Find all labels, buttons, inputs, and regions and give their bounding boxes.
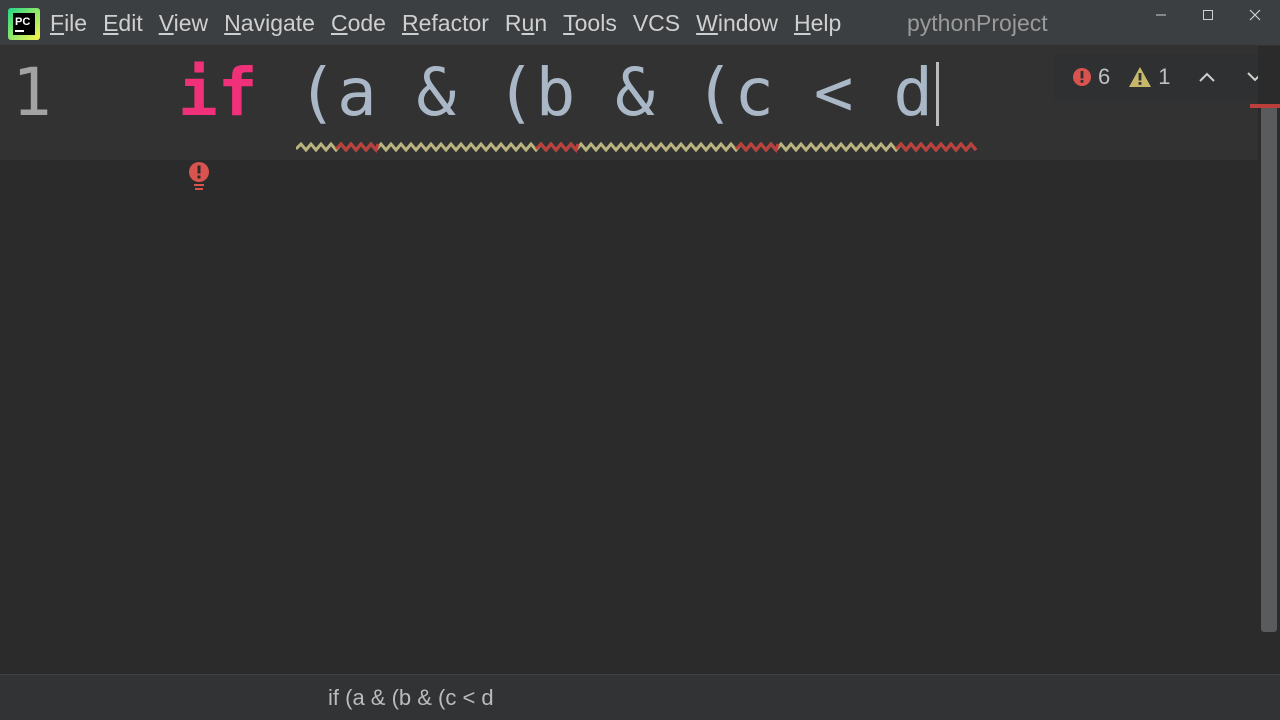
menu-item-file[interactable]: File <box>42 0 95 46</box>
warning-icon <box>1129 67 1152 87</box>
code-keyword-if: if <box>178 54 258 131</box>
close-button[interactable] <box>1232 0 1278 30</box>
minimize-button[interactable] <box>1138 0 1184 30</box>
menu-item-view[interactable]: View <box>151 0 216 46</box>
line-number: 1 <box>12 54 52 131</box>
menu-item-run[interactable]: Run <box>497 0 555 46</box>
warning-count: 1 <box>1158 64 1171 89</box>
minimize-icon <box>1156 14 1166 16</box>
warning-count-group[interactable]: 1 <box>1128 64 1171 90</box>
vertical-scrollbar-thumb[interactable] <box>1261 104 1277 632</box>
project-name: pythonProject <box>907 10 1048 36</box>
pycharm-logo-icon[interactable]: PC <box>8 8 40 40</box>
title-bar: PC File Edit View Navigate Code Refactor Run To… <box>0 0 1280 46</box>
close-icon <box>1249 9 1261 21</box>
error-underline-4 <box>894 142 978 153</box>
maximize-icon <box>1203 10 1213 20</box>
warning-underline <box>296 142 978 153</box>
error-count-group[interactable]: 6 <box>1072 64 1110 90</box>
error-underline-2 <box>534 142 580 154</box>
previous-problem-button[interactable] <box>1195 65 1219 89</box>
menu-item-help[interactable]: Help <box>786 0 849 46</box>
inspection-underlines <box>296 142 978 154</box>
error-underline-1 <box>334 142 380 154</box>
menu-item-tools[interactable]: Tools <box>555 0 625 46</box>
error-count: 6 <box>1098 64 1111 89</box>
menu-item-window[interactable]: Window <box>688 0 786 46</box>
code-expression: (a & (b & (c < d <box>257 54 933 131</box>
menu-bar: File Edit View Navigate Code Refactor Run Tools… <box>42 0 849 46</box>
menu-item-edit[interactable]: Edit <box>95 0 151 46</box>
breadcrumb-bar: if (a & (b & (c < d <box>0 674 1280 720</box>
menu-item-navigate[interactable]: Navigate <box>216 0 323 46</box>
menu-item-refactor[interactable]: Refactor <box>394 0 497 46</box>
maximize-button[interactable] <box>1185 0 1231 30</box>
pycharm-window: PC File Edit View Navigate Code Refactor Run To… <box>0 0 1280 720</box>
menu-item-code[interactable]: Code <box>323 0 394 46</box>
chevron-up-icon <box>1199 72 1215 82</box>
code-editor[interactable]: 1 if (a & (b & (c < d <box>0 46 1280 674</box>
error-bulb-icon[interactable] <box>188 162 210 192</box>
inspection-widget: 6 1 <box>1054 54 1276 100</box>
error-underline-3 <box>734 142 780 154</box>
menu-item-vcs[interactable]: VCS <box>625 0 688 46</box>
breadcrumb[interactable]: if (a & (b & (c < d <box>328 675 494 720</box>
error-stripe-marker[interactable] <box>1250 104 1280 108</box>
logo-text: PC <box>15 16 30 28</box>
code-line-1[interactable]: if (a & (b & (c < d <box>178 60 933 126</box>
text-caret <box>936 62 939 126</box>
error-icon <box>1073 68 1091 86</box>
